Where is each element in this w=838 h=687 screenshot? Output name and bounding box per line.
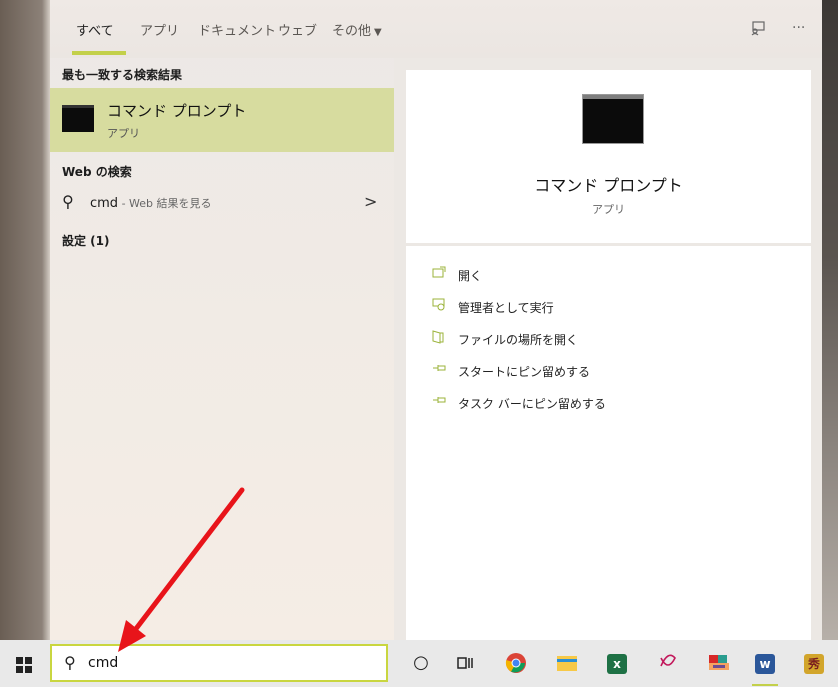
annotation-arrow (118, 487, 245, 652)
